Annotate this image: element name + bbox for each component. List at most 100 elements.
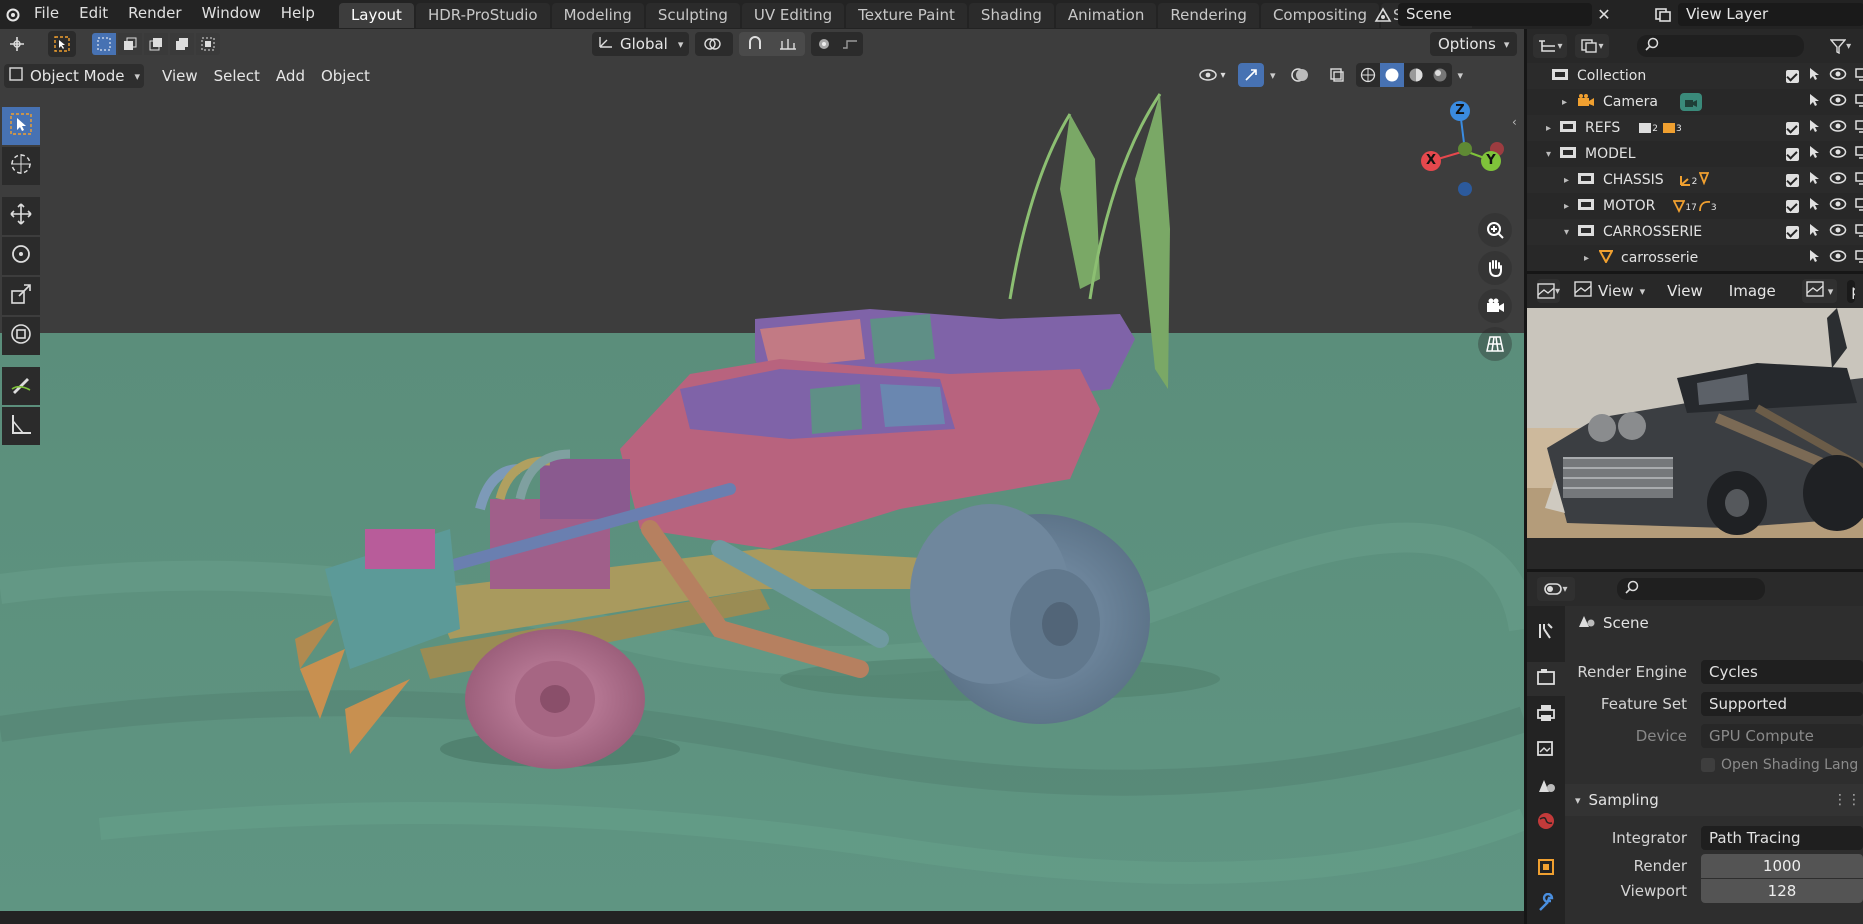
rendered-shading-icon[interactable] — [1428, 67, 1452, 83]
expand-arrow-icon[interactable]: ▸ — [1527, 175, 1569, 186]
monitor-icon[interactable] — [1855, 197, 1863, 215]
move-tool[interactable] — [2, 197, 40, 235]
exclude-checkbox[interactable] — [1786, 225, 1799, 239]
proportional-edit-icon[interactable] — [811, 32, 864, 56]
viewport-menu-view[interactable]: View — [154, 64, 206, 88]
display-mode-icon[interactable]: ▾ — [1574, 34, 1609, 58]
select-subtract-icon[interactable] — [144, 33, 168, 55]
monitor-icon[interactable] — [1855, 145, 1863, 163]
image-menu-image[interactable]: Image — [1721, 279, 1784, 303]
menu-file[interactable]: File — [24, 0, 69, 29]
menu-render[interactable]: Render — [118, 0, 191, 29]
collapse-arrow-icon[interactable]: ▾ — [1527, 227, 1569, 238]
mode-dropdown[interactable]: Object Mode ▾ — [4, 64, 145, 88]
y-axis-label[interactable]: Y — [1481, 151, 1501, 171]
drag-handle-icon[interactable]: ⋮⋮ — [1833, 792, 1861, 808]
outliner-editor-type-icon[interactable]: ▾ — [1533, 34, 1567, 58]
options-dropdown[interactable]: Options ▾ — [1430, 32, 1518, 56]
outliner-row-refs[interactable]: ▸ REFS 2 3 — [1527, 115, 1863, 141]
tab-compositing[interactable]: Compositing — [1260, 3, 1379, 28]
viewport-menu-object[interactable]: Object — [313, 64, 378, 88]
orientation-dropdown[interactable]: Global ▾ — [592, 32, 690, 56]
exclude-checkbox[interactable] — [1786, 173, 1799, 187]
monitor-icon[interactable] — [1855, 93, 1863, 111]
view-layer-name-field[interactable]: View Layer — [1678, 3, 1863, 26]
tool-properties-tab[interactable] — [1529, 616, 1563, 650]
outliner-row-collection[interactable]: Collection — [1527, 63, 1863, 89]
integrator-dropdown[interactable]: Path Tracing — [1701, 826, 1863, 850]
collapse-arrow-icon[interactable]: ▾ — [1527, 149, 1551, 160]
select-arrow-icon[interactable] — [1807, 119, 1821, 137]
select-arrow-icon[interactable] — [1807, 197, 1821, 215]
select-tool[interactable] — [2, 107, 40, 145]
navigation-gizmo[interactable]: Z X Y — [1410, 89, 1520, 199]
sampling-panel-header[interactable]: ▾ Sampling ⋮⋮ — [1565, 784, 1863, 816]
expand-arrow-icon[interactable]: ▸ — [1527, 201, 1569, 212]
menu-help[interactable]: Help — [271, 0, 325, 29]
render-engine-dropdown[interactable]: Cycles — [1701, 660, 1863, 684]
properties-search-input[interactable] — [1617, 578, 1765, 600]
filter-icon[interactable]: ▾ — [1830, 34, 1857, 58]
feature-set-dropdown[interactable]: Supported — [1701, 692, 1863, 716]
select-new-icon[interactable] — [92, 33, 116, 55]
expand-arrow-icon[interactable]: ▸ — [1527, 97, 1567, 108]
chevron-down-icon[interactable]: ▾ — [1458, 69, 1464, 82]
zoom-icon[interactable] — [1478, 213, 1512, 247]
snap-icon[interactable] — [739, 32, 806, 56]
exclude-checkbox[interactable] — [1786, 199, 1799, 213]
outliner-search-input[interactable] — [1636, 35, 1805, 57]
transform-tool[interactable] — [2, 317, 40, 355]
viewport-menu-add[interactable]: Add — [268, 64, 313, 88]
viewport-menu-select[interactable]: Select — [206, 64, 268, 88]
pivot-point-icon[interactable] — [695, 32, 734, 56]
transform-gizmo-icon[interactable] — [0, 31, 34, 57]
render-properties-tab[interactable] — [1527, 662, 1565, 696]
scene-properties-tab[interactable] — [1529, 770, 1563, 804]
outliner-row-motor[interactable]: ▸ MOTOR 17 3 — [1527, 193, 1863, 219]
chevron-down-icon[interactable]: ▾ — [1270, 69, 1276, 82]
scale-tool[interactable] — [2, 277, 40, 315]
select-arrow-icon[interactable] — [1807, 145, 1821, 163]
image-browse-dropdown[interactable]: ▾ — [1801, 279, 1838, 303]
world-properties-tab[interactable] — [1529, 806, 1563, 840]
eye-icon[interactable] — [1829, 197, 1847, 215]
perspective-grid-icon[interactable] — [1478, 327, 1512, 361]
image-editor-type-icon[interactable]: ▾ — [1537, 279, 1561, 303]
expand-arrow-icon[interactable]: ▸ — [1527, 123, 1551, 134]
material-shading-icon[interactable] — [1404, 67, 1428, 83]
pan-hand-icon[interactable] — [1478, 251, 1512, 285]
viewport-samples-field[interactable]: 128 — [1701, 879, 1863, 903]
select-box-tool-icon[interactable] — [48, 31, 76, 57]
menu-edit[interactable]: Edit — [69, 0, 118, 29]
monitor-icon[interactable] — [1855, 223, 1863, 241]
image-name-field[interactable]: p — [1847, 279, 1856, 303]
eye-icon[interactable] — [1829, 67, 1847, 85]
tab-rendering[interactable]: Rendering — [1158, 3, 1259, 28]
select-arrow-icon[interactable] — [1807, 171, 1821, 189]
monitor-icon[interactable] — [1855, 67, 1863, 85]
annotate-tool[interactable] — [2, 367, 40, 405]
sidebar-toggle-icon[interactable]: ‹ — [1512, 115, 1517, 129]
select-invert-icon[interactable] — [170, 33, 194, 55]
select-arrow-icon[interactable] — [1807, 67, 1821, 85]
select-intersect-icon[interactable] — [196, 33, 220, 55]
z-axis-label[interactable]: Z — [1450, 101, 1470, 121]
cursor-tool[interactable] — [2, 147, 40, 185]
image-menu-view[interactable]: View — [1659, 279, 1711, 303]
tab-uv-editing[interactable]: UV Editing — [741, 3, 845, 28]
properties-editor-type-icon[interactable]: ▾ — [1537, 577, 1575, 601]
wireframe-shading-icon[interactable] — [1356, 67, 1380, 83]
x-axis-label[interactable]: X — [1421, 151, 1441, 171]
monitor-icon[interactable] — [1855, 171, 1863, 189]
eye-icon[interactable] — [1829, 171, 1847, 189]
outliner-row-camera[interactable]: ▸ Camera — [1527, 89, 1863, 115]
select-arrow-icon[interactable] — [1807, 249, 1821, 267]
device-dropdown[interactable]: GPU Compute — [1701, 724, 1863, 748]
osl-checkbox[interactable] — [1701, 758, 1715, 772]
output-properties-tab[interactable] — [1529, 698, 1563, 732]
outliner-row-model[interactable]: ▾ MODEL — [1527, 141, 1863, 167]
camera-view-icon[interactable] — [1478, 289, 1512, 323]
scene-icon[interactable] — [1368, 3, 1398, 26]
eye-icon[interactable] — [1829, 223, 1847, 241]
exclude-checkbox[interactable] — [1786, 121, 1799, 135]
